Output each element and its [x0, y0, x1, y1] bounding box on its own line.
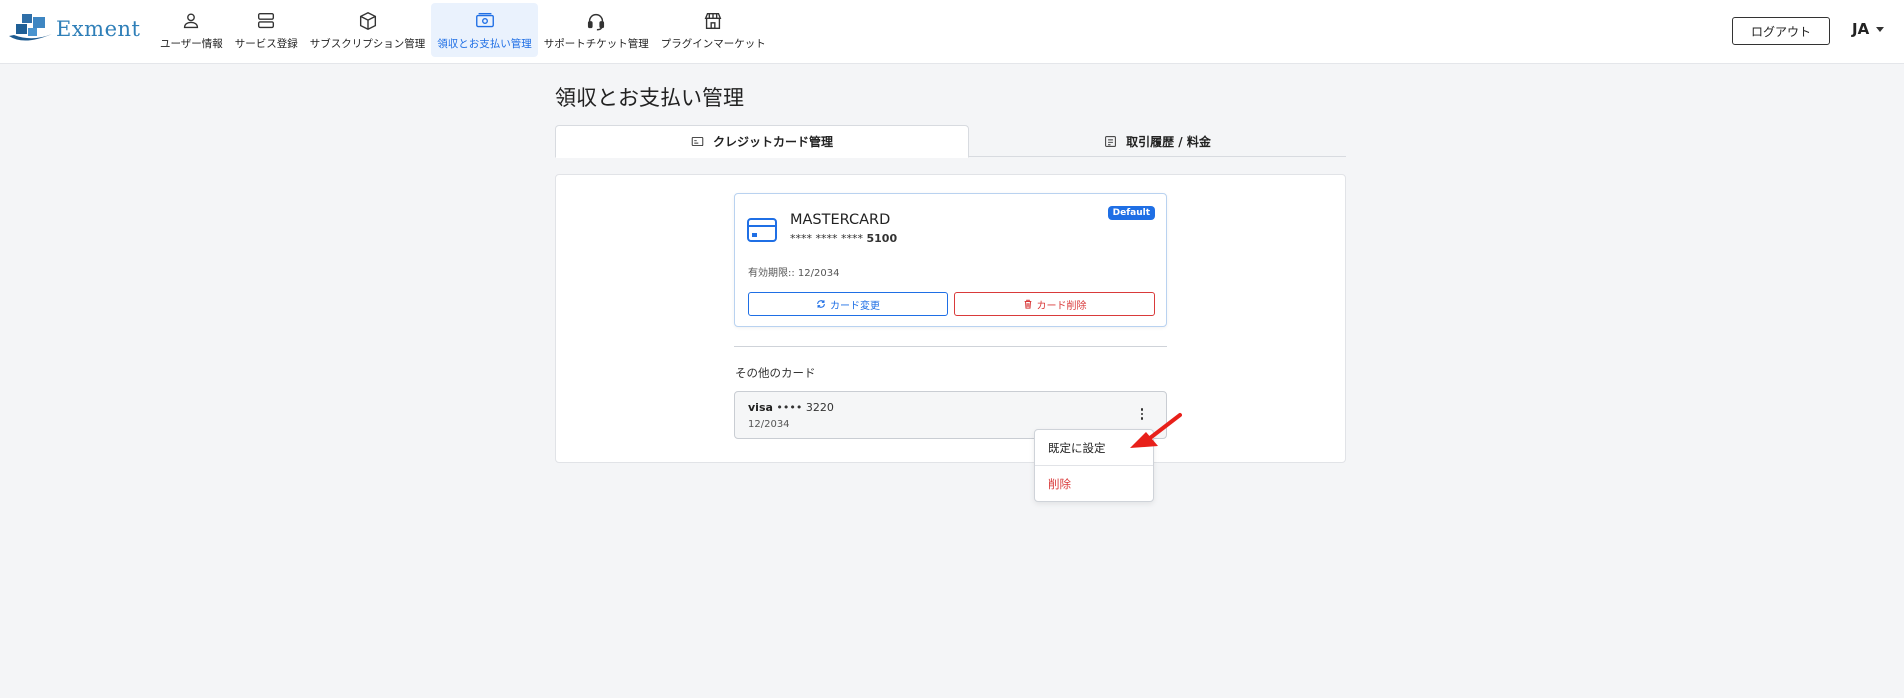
page-title: 領収とお支払い管理	[555, 86, 744, 110]
change-card-button[interactable]: カード変更	[748, 292, 948, 316]
card-mask: **** **** ****	[790, 232, 863, 245]
card-expiry: 有効期限:: 12/2034	[748, 268, 840, 279]
refresh-icon	[817, 300, 825, 308]
top-navbar: Exment ユーザー情報 サービス登録 サブスクリプション管理 領収とお支払い…	[0, 0, 1904, 64]
red-arrow-annotation	[1130, 413, 1182, 448]
default-card: MASTERCARD **** **** **** 5100 Default 有…	[734, 193, 1167, 327]
nav-item-label: サブスクリプション管理	[309, 37, 426, 50]
other-card-brand: visa	[748, 401, 773, 414]
logo-text: Exment	[56, 17, 141, 41]
receipt-icon	[1105, 135, 1116, 147]
nav-item-label: 領収とお支払い管理	[437, 37, 532, 50]
main-nav: ユーザー情報 サービス登録 サブスクリプション管理 領収とお支払い管理 サポート…	[154, 3, 772, 57]
other-card-number: visa •••• 3220	[748, 401, 834, 414]
store-icon	[704, 12, 722, 29]
nav-item-label: サービス登録	[234, 37, 298, 50]
tab-transaction-history[interactable]: 取引履歴 / 料金	[969, 125, 1346, 157]
card-brand: MASTERCARD	[790, 212, 891, 228]
box-icon	[359, 11, 376, 30]
card-number: **** **** **** 5100	[790, 232, 897, 245]
server-icon	[258, 12, 275, 28]
delete-card-button[interactable]: カード削除	[954, 292, 1155, 316]
nav-item-support-ticket[interactable]: サポートチケット管理	[538, 3, 655, 57]
nav-item-user-info[interactable]: ユーザー情報	[154, 3, 229, 57]
card-last4: 5100	[866, 232, 898, 245]
other-cards-title: その他のカード	[735, 366, 816, 380]
default-badge: Default	[1107, 206, 1155, 220]
nav-item-billing[interactable]: 領収とお支払い管理	[431, 3, 538, 57]
language-label: JA	[1852, 20, 1870, 38]
nav-item-service-registration[interactable]: サービス登録	[229, 3, 304, 57]
nav-item-label: サポートチケット管理	[543, 37, 649, 50]
trash-icon	[1024, 299, 1031, 309]
user-icon	[184, 12, 199, 28]
logo-icon	[9, 14, 52, 41]
caret-down-icon	[1876, 26, 1885, 32]
delete-menu-item[interactable]: 削除	[1035, 466, 1153, 502]
other-card-mask: •••• 3220	[776, 401, 834, 414]
money-icon	[475, 12, 494, 27]
credit-card-icon	[747, 218, 777, 242]
delete-card-label: カード削除	[1036, 300, 1087, 312]
card-tab-icon	[691, 136, 704, 147]
tab-bar: クレジットカード管理 取引履歴 / 料金	[555, 125, 1346, 158]
language-dropdown[interactable]: JA	[1852, 20, 1885, 38]
logout-button[interactable]: ログアウト	[1732, 17, 1830, 45]
tab-label: クレジットカード管理	[712, 135, 833, 149]
logo[interactable]: Exment	[8, 12, 140, 46]
nav-item-label: ユーザー情報	[160, 37, 223, 50]
tab-credit-card[interactable]: クレジットカード管理	[555, 125, 969, 158]
nav-item-plugin-market[interactable]: プラグインマーケット	[655, 3, 772, 57]
headset-icon	[588, 13, 605, 30]
section-divider	[734, 346, 1167, 347]
tab-label: 取引履歴 / 料金	[1126, 134, 1211, 149]
nav-item-subscription[interactable]: サブスクリプション管理	[304, 3, 432, 57]
change-card-label: カード変更	[830, 300, 880, 312]
other-card-expiry: 12/2034	[748, 419, 790, 430]
nav-item-label: プラグインマーケット	[660, 37, 766, 50]
